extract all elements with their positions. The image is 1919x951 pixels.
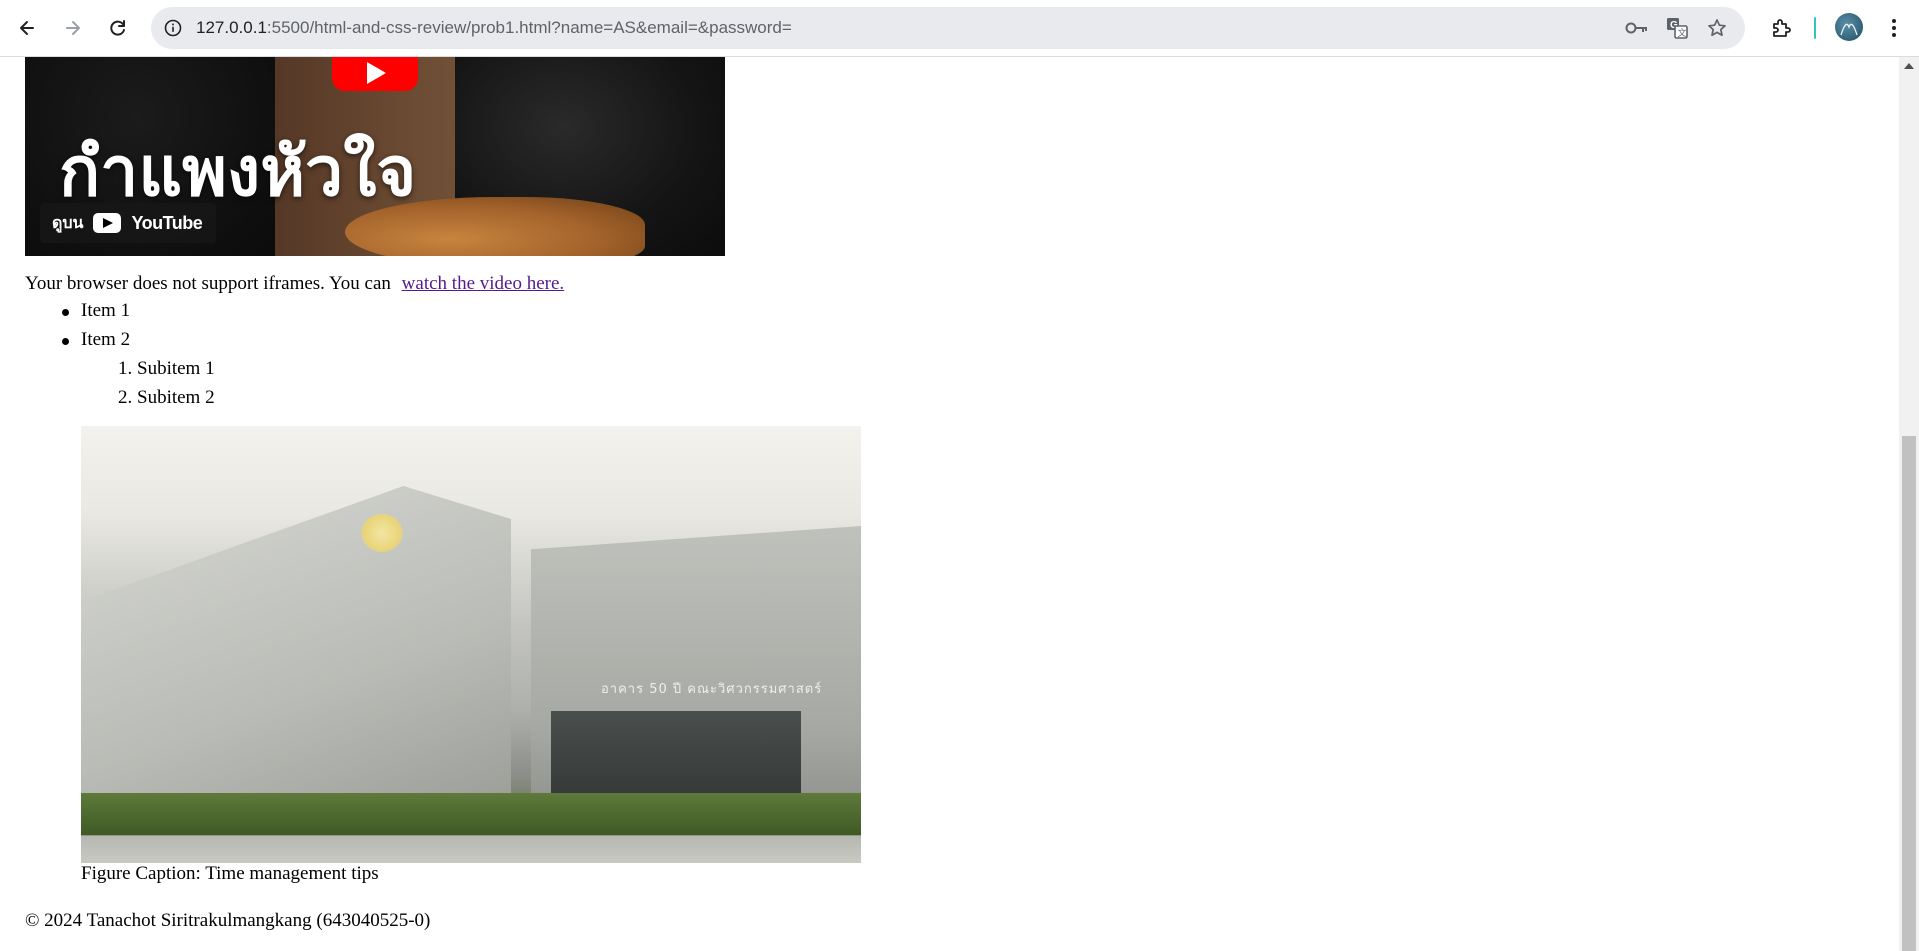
reload-button[interactable] <box>100 10 136 46</box>
url-host: 127.0.0.1 <box>196 18 267 37</box>
scroll-up-arrow-icon[interactable] <box>1904 63 1914 69</box>
translate-button[interactable]: G文 <box>1661 12 1693 44</box>
svg-text:文: 文 <box>1678 27 1687 39</box>
fallback-message: Your browser does not support iframes. Y… <box>25 273 391 294</box>
kebab-menu-icon <box>1892 19 1896 37</box>
password-button[interactable] <box>1621 12 1653 44</box>
building-sign: อาคาร 50 ปี คณะวิศวกรรมศาสตร์ <box>601 682 823 697</box>
puzzle-icon <box>1773 19 1791 37</box>
footer-copyright: © 2024 Tanachot Siritrakulmangkang (6430… <box>25 910 431 931</box>
url-path: :5500/html-and-css-review/prob1.html?nam… <box>266 18 792 37</box>
bullet-icon <box>62 309 69 316</box>
profile-avatar[interactable] <box>1835 13 1863 41</box>
reload-icon <box>110 20 125 36</box>
arrow-left-icon <box>20 21 34 35</box>
watch-on-label: ดูบน <box>52 212 84 232</box>
youtube-wordmark: YouTube <box>131 212 203 233</box>
arrow-right-icon <box>66 21 80 35</box>
star-icon <box>1708 19 1726 37</box>
ordered-list-marker: 1. <box>118 358 133 379</box>
bullet-icon <box>62 338 69 345</box>
iframe-fallback-text: Your browser does not support iframes. Y… <box>25 273 564 295</box>
watch-video-link[interactable]: watch the video here. <box>402 273 564 294</box>
list-item: Item 2 <box>81 329 131 350</box>
page-viewport: กำแพงหัวใจ ดูบน YouTube Your browser doe… <box>0 57 1899 951</box>
building-wall-left <box>81 486 511 816</box>
extensions-button[interactable] <box>1764 10 1800 46</box>
key-icon <box>1625 22 1647 34</box>
play-button-icon[interactable] <box>332 57 418 91</box>
site-info-button[interactable] <box>157 12 189 44</box>
building-photo: อาคาร 50 ปี คณะวิศวกรรมศาสตร์ <box>81 426 861 863</box>
scrollbar-thumb[interactable] <box>1902 436 1916 951</box>
youtube-logo-icon <box>93 213 122 233</box>
figure-caption: Figure Caption: Time management tips <box>81 863 379 884</box>
ordered-list-item: Subitem 1 <box>137 358 215 379</box>
vertical-scrollbar[interactable] <box>1899 57 1919 951</box>
avatar-icon <box>1840 23 1858 36</box>
list-item: Item 1 <box>81 300 131 321</box>
browser-toolbar: 127.0.0.1:5500/html-and-css-review/prob1… <box>0 0 1919 57</box>
translate-icon: G文 <box>1667 18 1688 39</box>
lens-flare <box>361 514 403 552</box>
url-text[interactable]: 127.0.0.1:5500/html-and-css-review/prob1… <box>196 7 792 49</box>
toolbar-divider <box>1814 17 1816 39</box>
browser-menu-button[interactable] <box>1876 10 1912 46</box>
youtube-video-embed[interactable]: กำแพงหัวใจ ดูบน YouTube <box>25 57 725 256</box>
bookmark-button[interactable] <box>1701 12 1733 44</box>
forward-button[interactable] <box>55 10 91 46</box>
ordered-list-item: Subitem 2 <box>137 387 215 408</box>
info-icon <box>164 19 182 37</box>
watch-on-youtube-button[interactable]: ดูบน YouTube <box>40 203 217 243</box>
back-button[interactable] <box>9 10 45 46</box>
ordered-list-marker: 2. <box>118 387 133 408</box>
address-bar[interactable]: 127.0.0.1:5500/html-and-css-review/prob1… <box>151 7 1745 49</box>
building-hedges <box>81 793 861 863</box>
